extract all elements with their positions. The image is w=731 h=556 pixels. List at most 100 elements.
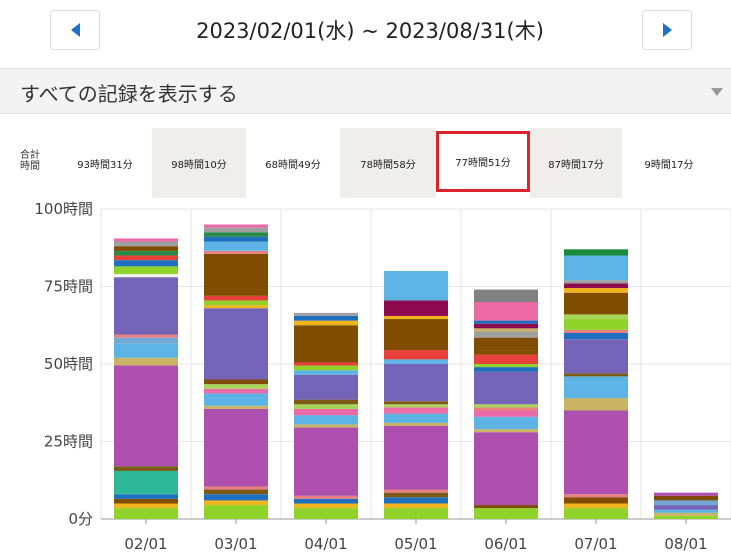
total-cell-05-01[interactable]: 78時間58分 bbox=[340, 128, 436, 198]
bar-segment bbox=[114, 494, 178, 499]
bar-segment bbox=[474, 404, 538, 408]
bar-segment bbox=[474, 416, 538, 430]
bar-segment bbox=[654, 515, 718, 519]
bar-segment bbox=[564, 249, 628, 256]
bar-segment bbox=[654, 505, 718, 510]
bar-segment bbox=[384, 492, 448, 498]
bar-segment bbox=[564, 373, 628, 377]
bar-segment bbox=[114, 250, 178, 256]
x-tick-label: 07/01 bbox=[574, 535, 617, 553]
record-filter-label: すべての記録を表示する bbox=[20, 82, 238, 106]
bar-segment bbox=[654, 492, 718, 496]
bar-segment bbox=[294, 498, 358, 504]
bar-segment bbox=[384, 489, 448, 493]
bar-segment bbox=[654, 495, 718, 501]
bar-segment bbox=[474, 371, 538, 405]
y-tick-label: 75時間 bbox=[44, 278, 93, 296]
bar-segment bbox=[654, 500, 718, 506]
bar-segment bbox=[114, 508, 178, 519]
bar-segment bbox=[204, 250, 268, 254]
bar-segment bbox=[204, 494, 268, 501]
total-cell-08-01[interactable]: 9時間17分 bbox=[622, 128, 716, 198]
bar-segment bbox=[114, 470, 178, 495]
bar-segment bbox=[294, 404, 358, 409]
prev-period-button[interactable] bbox=[50, 10, 100, 50]
bar-segment bbox=[474, 331, 538, 338]
bar-segment bbox=[474, 508, 538, 519]
bar-segment bbox=[114, 466, 178, 471]
stacked-bar-chart: 0分 25時間 50時間 75時間 100時間 02/01 03/01 04/01 05/01 0… bbox=[34, 200, 731, 553]
bar-segment bbox=[204, 393, 268, 406]
bar-segment bbox=[384, 271, 448, 301]
bar-segment bbox=[204, 232, 268, 237]
bar-segment bbox=[114, 357, 178, 366]
total-cell-06-01[interactable]: 77時間51分 bbox=[436, 131, 530, 192]
bar-segment bbox=[474, 429, 538, 433]
y-tick-label: 25時間 bbox=[44, 433, 93, 451]
bar-segment bbox=[204, 505, 268, 519]
bar-segment bbox=[474, 410, 538, 417]
bar-segment bbox=[294, 325, 358, 363]
x-tick-label: 04/01 bbox=[304, 535, 347, 553]
bar-segment bbox=[204, 236, 268, 242]
bar-segment bbox=[564, 503, 628, 509]
bar-segment bbox=[294, 320, 358, 326]
bar-segment bbox=[384, 407, 448, 414]
bar-segment bbox=[294, 415, 358, 425]
bar-segment bbox=[474, 302, 538, 321]
bar-segment bbox=[384, 364, 448, 402]
bar-segment bbox=[564, 497, 628, 504]
bar-segment bbox=[474, 328, 538, 332]
caret-down-icon bbox=[711, 88, 723, 96]
bar-segment bbox=[384, 497, 448, 504]
bar-segment bbox=[564, 292, 628, 315]
bar-segment bbox=[654, 509, 718, 513]
bar-segment bbox=[384, 503, 448, 509]
bar-segment bbox=[564, 508, 628, 519]
bar-segment bbox=[564, 255, 628, 281]
total-cell-04-01[interactable]: 68時間49分 bbox=[246, 128, 340, 198]
bar-segment bbox=[564, 339, 628, 374]
bar-segment bbox=[204, 295, 268, 301]
bar-segment bbox=[564, 329, 628, 333]
bar-segment bbox=[474, 505, 538, 509]
bar-segment bbox=[204, 227, 268, 233]
bar-segment bbox=[294, 315, 358, 321]
bar-segment bbox=[384, 401, 448, 405]
x-tick-label: 08/01 bbox=[664, 535, 707, 553]
bar-segment bbox=[114, 337, 178, 344]
bar-segment bbox=[384, 426, 448, 490]
bar-segment bbox=[474, 407, 538, 411]
date-range-label: 2023/02/01(水) ~ 2023/08/31(木) bbox=[196, 19, 544, 43]
bar-segment bbox=[114, 274, 178, 278]
bar-segment bbox=[564, 319, 628, 330]
bar-segment bbox=[474, 323, 538, 329]
bar-segment bbox=[384, 315, 448, 320]
next-period-button[interactable] bbox=[642, 10, 692, 50]
bar-segment bbox=[114, 365, 178, 467]
total-cell-02-01[interactable]: 93時間31分 bbox=[58, 128, 152, 198]
bar-segment bbox=[384, 300, 448, 316]
bar-segment bbox=[564, 410, 628, 495]
bar-segment bbox=[204, 408, 268, 487]
bar-segment bbox=[384, 359, 448, 364]
total-cell-07-01[interactable]: 87時間17分 bbox=[530, 128, 622, 198]
total-cell-03-01[interactable]: 98時間10分 bbox=[152, 128, 246, 198]
bar-segment bbox=[564, 494, 628, 498]
bar-segment bbox=[204, 405, 268, 409]
totals-row: 合計時間 93時間31分 98時間10分 68時間49分 78時間58分 77時間51分… bbox=[0, 128, 731, 198]
bar-segment bbox=[474, 432, 538, 506]
bar-segment bbox=[294, 508, 358, 519]
bar-segment bbox=[204, 253, 268, 296]
bar-segment bbox=[474, 320, 538, 324]
triangle-right-icon bbox=[662, 23, 672, 37]
record-filter-select[interactable]: すべての記録を表示する bbox=[0, 68, 731, 114]
bar-segment bbox=[294, 503, 358, 509]
bar-segment bbox=[204, 300, 268, 306]
bar-segment bbox=[384, 422, 448, 426]
bar-segment bbox=[474, 367, 538, 372]
bar-segment bbox=[564, 382, 628, 399]
bar-segment bbox=[114, 246, 178, 251]
bar-segment bbox=[204, 379, 268, 385]
bar-segment bbox=[204, 486, 268, 490]
